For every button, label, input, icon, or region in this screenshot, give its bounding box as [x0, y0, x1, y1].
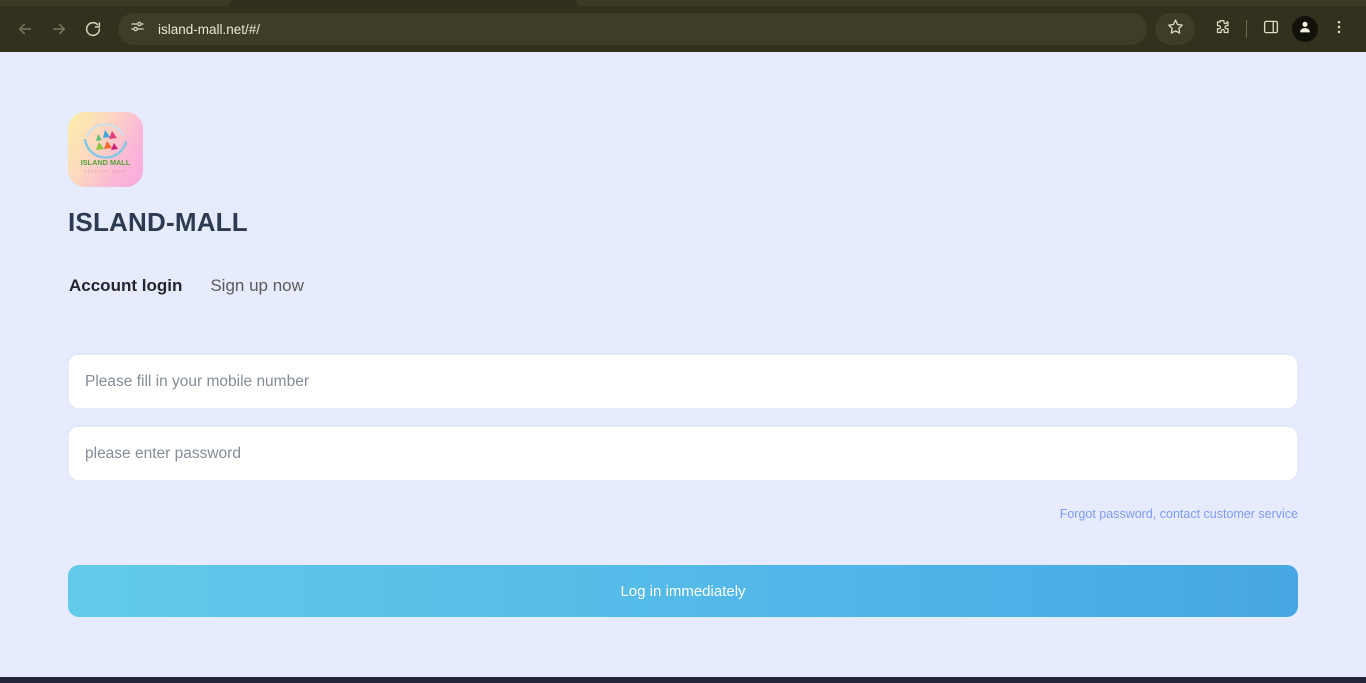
app-logo: ISLAND MALL FESTIVAL SHOP — [68, 112, 143, 187]
helper-row: Forgot password, contact customer servic… — [68, 507, 1298, 521]
avatar — [1292, 16, 1318, 42]
login-button[interactable]: Log in immediately — [68, 565, 1298, 617]
tab-sign-up-label: Sign up now — [210, 276, 304, 295]
address-bar[interactable]: island-mall.net/#/ — [118, 13, 1147, 45]
extensions-button[interactable] — [1205, 12, 1239, 46]
password-field[interactable] — [68, 426, 1298, 481]
reload-button[interactable] — [76, 12, 110, 46]
site-settings-button[interactable] — [124, 16, 150, 42]
mobile-number-field[interactable] — [68, 354, 1298, 409]
svg-text:ISLAND MALL: ISLAND MALL — [81, 158, 131, 167]
side-panel-button[interactable] — [1254, 12, 1288, 46]
back-button[interactable] — [8, 12, 42, 46]
password-input[interactable] — [85, 444, 1281, 463]
active-browser-tab[interactable] — [228, 0, 578, 6]
sliders-icon — [130, 19, 145, 39]
address-bar-url[interactable]: island-mall.net/#/ — [158, 22, 260, 37]
mobile-number-input[interactable] — [85, 372, 1281, 391]
page-body: ISLAND MALL FESTIVAL SHOP ISLAND-MALL Ac… — [0, 52, 1366, 683]
person-icon — [1297, 19, 1313, 40]
login-page-content: ISLAND MALL FESTIVAL SHOP ISLAND-MALL Ac… — [0, 52, 1366, 617]
browser-tab-strip — [0, 0, 1366, 6]
tab-account-login-label: Account login — [69, 276, 183, 295]
side-panel-icon — [1262, 18, 1280, 41]
svg-text:FESTIVAL SHOP: FESTIVAL SHOP — [84, 170, 126, 174]
bookmark-button[interactable] — [1155, 13, 1195, 45]
page-title: ISLAND-MALL — [68, 207, 248, 237]
login-form: Forgot password, contact customer servic… — [68, 354, 1298, 617]
toolbar-actions — [1155, 12, 1356, 46]
island-mall-logo-icon: ISLAND MALL FESTIVAL SHOP — [81, 123, 131, 174]
page-bottom-edge — [0, 677, 1366, 683]
auth-tabs: Account login Sign up now — [68, 276, 1298, 302]
reload-icon — [84, 20, 102, 38]
arrow-right-icon — [50, 20, 68, 38]
arrow-left-icon — [16, 20, 34, 38]
browser-toolbar: island-mall.net/#/ — [0, 6, 1366, 52]
chrome-menu-button[interactable] — [1322, 12, 1356, 46]
puzzle-piece-icon — [1213, 18, 1231, 41]
more-vertical-icon — [1330, 18, 1348, 41]
star-icon — [1167, 18, 1184, 40]
forward-button[interactable] — [42, 12, 76, 46]
forgot-password-link[interactable]: Forgot password, contact customer servic… — [1060, 507, 1298, 521]
profile-button[interactable] — [1288, 12, 1322, 46]
tab-sign-up[interactable]: Sign up now — [209, 276, 305, 302]
tab-account-login[interactable]: Account login — [68, 276, 184, 302]
toolbar-divider — [1246, 20, 1247, 38]
